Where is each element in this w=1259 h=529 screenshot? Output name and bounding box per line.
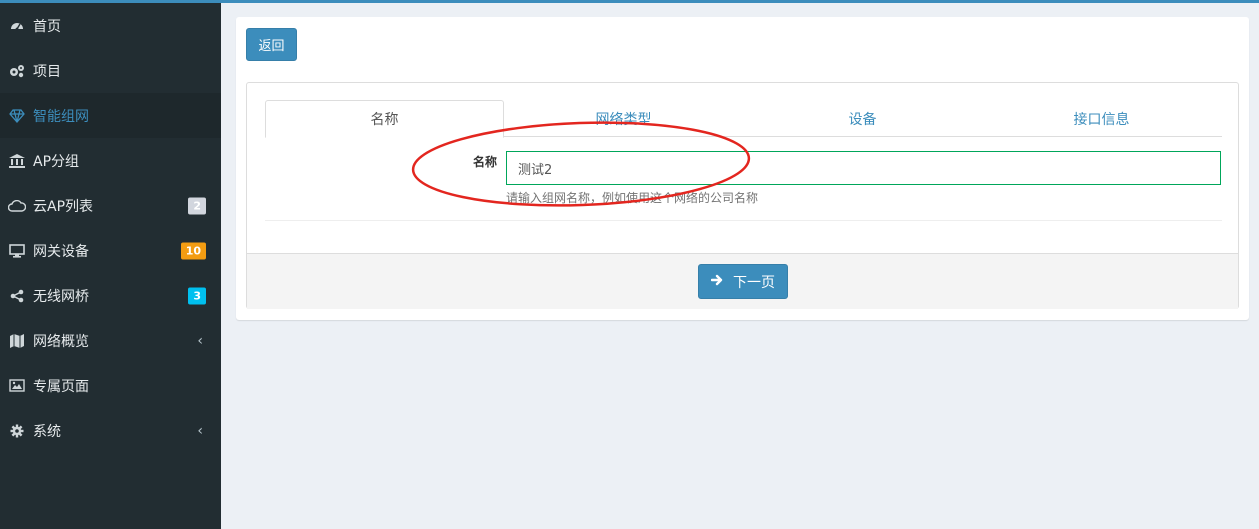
sidebar-item-wireless-bridge[interactable]: 无线网桥 3 [0,273,221,318]
arrow-right-icon [710,274,723,290]
tab-name[interactable]: 名称 [265,100,504,138]
sidebar-item-label: 专属页面 [33,378,89,395]
diamond-icon [8,107,26,125]
chevron-left-icon: ‹ [197,422,203,439]
sidebar: 首页 项目 智能组网 AP分组 云AP列表 2 网关设备 10 无线网桥 3 网… [0,3,221,529]
tab-network-type[interactable]: 网络类型 [504,100,743,137]
sidebar-item-dedicated-page[interactable]: 专属页面 [0,363,221,408]
sidebar-item-cloud-ap-list[interactable]: 云AP列表 2 [0,183,221,228]
sidebar-item-home[interactable]: 首页 [0,3,221,48]
content-box: 返回 名称 网络类型 设备 接口信息 名称 请输入组网名称，例如使用这个网络的公… [236,17,1249,320]
sidebar-item-smart-network[interactable]: 智能组网 [0,93,221,138]
name-help-text: 请输入组网名称，例如使用这个网络的公司名称 [506,191,759,205]
sidebar-item-label: 系统 [33,423,61,440]
sidebar-item-label: 智能组网 [33,108,89,125]
count-badge: 2 [188,197,206,214]
tab-interface-info[interactable]: 接口信息 [982,100,1221,137]
name-field-label: 名称 [472,155,497,169]
sidebar-item-gateway-devices[interactable]: 网关设备 10 [0,228,221,273]
panel-footer: 下一页 [247,253,1238,309]
sidebar-item-label: 云AP列表 [33,198,94,215]
chevron-left-icon: ‹ [197,332,203,349]
count-badge: 10 [180,242,206,259]
dashboard-icon [8,17,26,35]
cog-icon [8,422,26,440]
name-input[interactable] [506,151,1221,185]
count-badge: 3 [188,287,206,304]
sidebar-item-projects[interactable]: 项目 [0,48,221,93]
sidebar-item-network-overview[interactable]: 网络概览 ‹ [0,318,221,363]
gears-icon [8,62,26,80]
sidebar-item-label: 首页 [33,18,61,35]
sidebar-item-system[interactable]: 系统 ‹ [0,408,221,453]
sidebar-item-label: AP分组 [33,153,80,170]
bank-icon [8,152,26,170]
next-page-label: 下一页 [733,274,775,291]
image-icon [8,377,26,395]
desktop-icon [8,242,26,260]
sidebar-item-label: 项目 [33,63,61,80]
map-icon [8,332,26,350]
wizard-panel: 名称 网络类型 设备 接口信息 名称 请输入组网名称，例如使用这个网络的公司名称… [246,82,1239,309]
back-button[interactable]: 返回 [246,28,297,61]
form-divider [265,220,1222,221]
share-icon [8,287,26,305]
wizard-tabs: 名称 网络类型 设备 接口信息 [265,100,1222,138]
sidebar-item-label: 网关设备 [33,243,89,260]
tab-devices[interactable]: 设备 [743,100,982,137]
next-page-button[interactable]: 下一页 [698,264,788,299]
sidebar-item-ap-group[interactable]: AP分组 [0,138,221,183]
cloud-icon [8,197,26,215]
sidebar-item-label: 网络概览 [33,333,89,350]
sidebar-item-label: 无线网桥 [33,288,89,305]
